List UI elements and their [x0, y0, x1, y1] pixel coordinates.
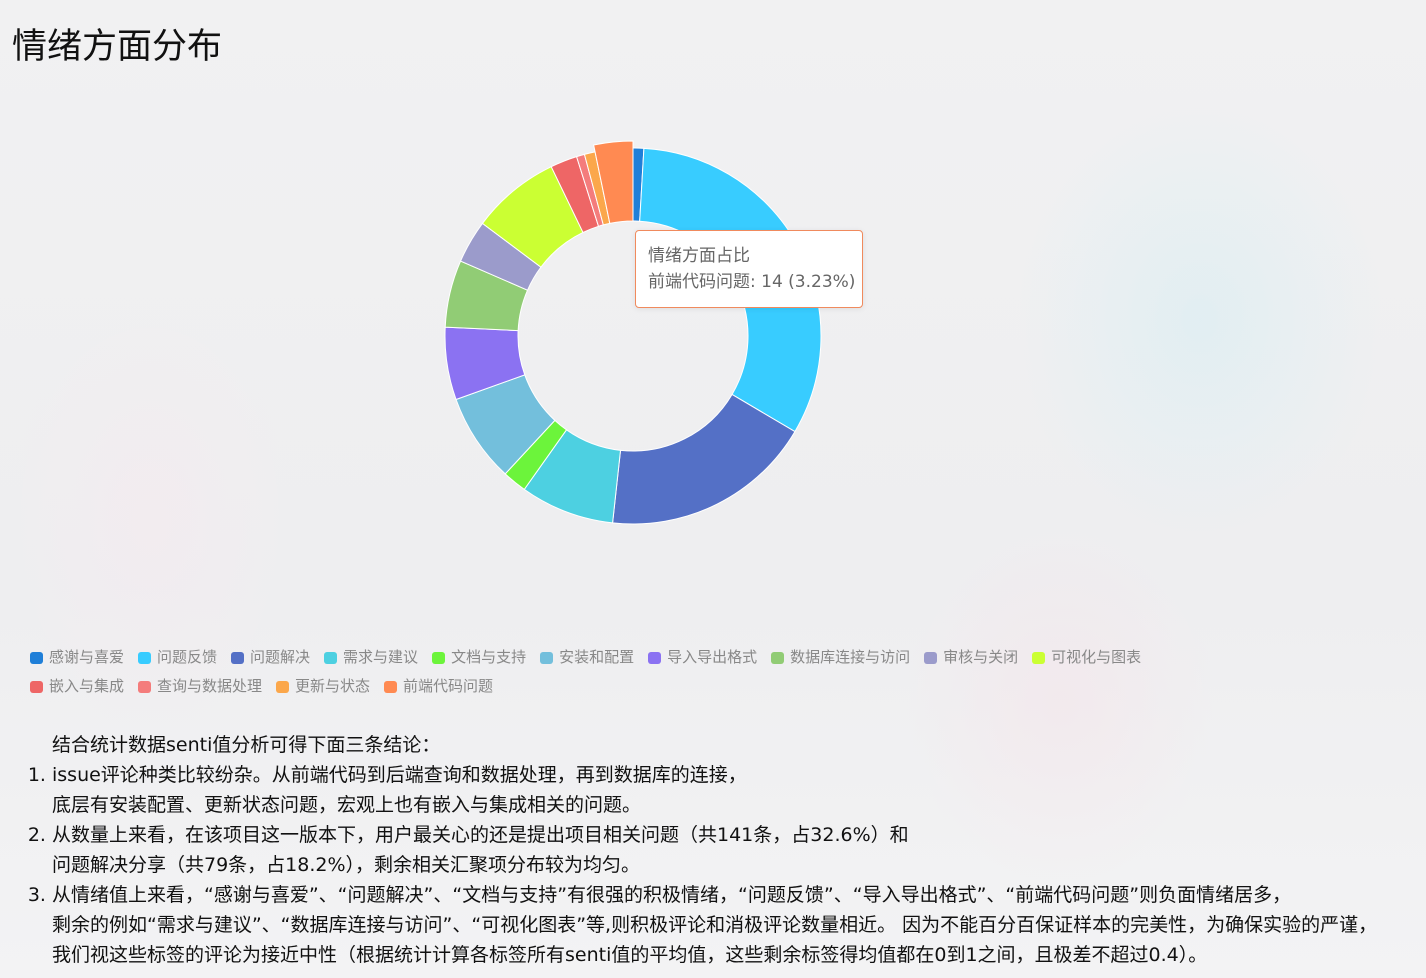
legend-swatch — [138, 651, 152, 664]
analysis-point-1-line-2: 底层有安装配置、更新状态问题，宏观上也有嵌入与集成相关的问题。 — [52, 794, 642, 816]
legend-swatch — [276, 680, 290, 693]
analysis-point-3-line-1: 从情绪值上来看，“感谢与喜爱”、“问题解决”、“文档与支持”有很强的积极情绪，“… — [52, 884, 1292, 906]
legend-swatch — [138, 680, 152, 693]
analysis-section: 结合统计数据senti值分析可得下面三条结论： issue评论种类比较纷杂。从前… — [0, 730, 1426, 970]
legend-label: 嵌入与集成 — [49, 677, 125, 695]
legend-item-14[interactable]: 前端代码问题 — [384, 672, 493, 701]
legend-item-5[interactable]: 文档与支持 — [432, 643, 526, 672]
legend-item-1[interactable]: 感谢与喜爱 — [30, 643, 124, 672]
legend-label: 感谢与喜爱 — [49, 648, 125, 666]
legend-label: 数据库连接与访问 — [790, 648, 911, 666]
analysis-point-2: 从数量上来看，在该项目这一版本下，用户最关心的还是提出项目相关问题（共141条，… — [52, 820, 1426, 880]
chart-tooltip: 情绪方面占比 前端代码问题: 14 (3.23%) — [635, 230, 863, 308]
legend-swatch — [231, 651, 245, 664]
legend-swatch — [924, 651, 938, 664]
legend-item-9[interactable]: 审核与关闭 — [924, 643, 1018, 672]
legend-label: 问题反馈 — [157, 648, 218, 666]
legend-item-12[interactable]: 查询与数据处理 — [138, 672, 262, 701]
legend-item-7[interactable]: 导入导出格式 — [648, 643, 757, 672]
legend-item-8[interactable]: 数据库连接与访问 — [771, 643, 910, 672]
legend-swatch — [324, 651, 338, 664]
legend-label: 文档与支持 — [451, 648, 527, 666]
legend-label: 查询与数据处理 — [157, 677, 263, 695]
analysis-point-2-line-2: 问题解决分享（共79条，占18.2%），剩余相关汇聚项分布较为均匀。 — [52, 854, 641, 876]
legend-label: 问题解决 — [250, 648, 311, 666]
chart-legend: 感谢与喜爱 问题反馈 问题解决 需求与建议 文档与支持 安装和配置 导入导出格式 数据库连接与… — [30, 643, 1210, 701]
legend-label: 安装和配置 — [559, 648, 635, 666]
legend-item-13[interactable]: 更新与状态 — [276, 672, 370, 701]
tooltip-label: 前端代码问题: 14 (3.23%) — [648, 272, 856, 292]
analysis-point-3-line-3: 我们视这些标签的评论为接近中性（根据统计计算各标签所有senti值的平均值，这些… — [52, 944, 1208, 966]
legend-swatch — [771, 651, 785, 664]
legend-item-3[interactable]: 问题解决 — [231, 643, 310, 672]
legend-swatch — [30, 680, 43, 693]
analysis-point-1: issue评论种类比较纷杂。从前端代码到后端查询和数据处理，再到数据库的连接， … — [52, 760, 1426, 820]
legend-label: 需求与建议 — [343, 648, 419, 666]
legend-item-4[interactable]: 需求与建议 — [324, 643, 418, 672]
legend-swatch — [1032, 651, 1046, 664]
legend-swatch — [432, 651, 446, 664]
analysis-point-1-line-1: issue评论种类比较纷杂。从前端代码到后端查询和数据处理，再到数据库的连接， — [52, 764, 747, 786]
legend-swatch — [384, 680, 398, 693]
tooltip-title: 情绪方面占比 — [648, 246, 750, 266]
legend-item-11[interactable]: 嵌入与集成 — [30, 672, 124, 701]
analysis-point-3: 从情绪值上来看，“感谢与喜爱”、“问题解决”、“文档与支持”有很强的积极情绪，“… — [52, 880, 1426, 970]
legend-swatch — [30, 651, 43, 664]
donut-chart[interactable] — [0, 0, 1426, 640]
legend-item-6[interactable]: 安装和配置 — [540, 643, 634, 672]
legend-label: 前端代码问题 — [403, 677, 494, 695]
analysis-point-3-line-2: 剩余的例如“需求与建议”、“数据库连接与访问”、“可视化图表”等,则积极评论和消… — [52, 914, 1378, 936]
legend-label: 审核与关闭 — [943, 648, 1019, 666]
legend-label: 更新与状态 — [295, 677, 371, 695]
legend-label: 可视化与图表 — [1051, 648, 1142, 666]
legend-item-10[interactable]: 可视化与图表 — [1032, 643, 1141, 672]
analysis-intro: 结合统计数据senti值分析可得下面三条结论： — [52, 734, 441, 756]
analysis-list: issue评论种类比较纷杂。从前端代码到后端查询和数据处理，再到数据库的连接， … — [0, 760, 1426, 970]
legend-label: 导入导出格式 — [667, 648, 758, 666]
legend-swatch — [648, 651, 662, 664]
legend-item-2[interactable]: 问题反馈 — [138, 643, 217, 672]
legend-swatch — [540, 651, 554, 664]
analysis-point-2-line-1: 从数量上来看，在该项目这一版本下，用户最关心的还是提出项目相关问题（共141条，… — [52, 824, 909, 846]
